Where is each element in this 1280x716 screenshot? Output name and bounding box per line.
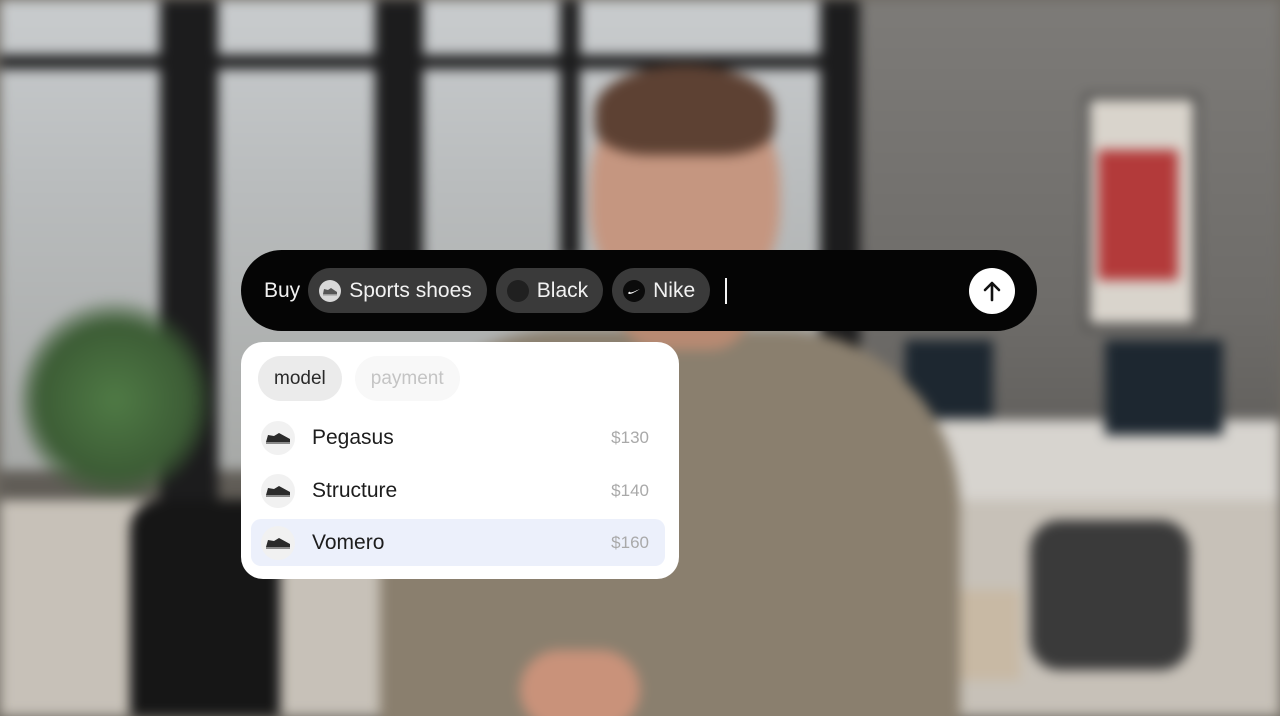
list-item-vomero[interactable]: Vomero $160 bbox=[251, 519, 665, 566]
item-price: $160 bbox=[611, 532, 649, 552]
video-scene: Buy Sports shoes Black Nike model paymen… bbox=[0, 0, 1280, 716]
item-price: $140 bbox=[611, 480, 649, 500]
suggestions-dropdown: model payment Pegasus $130 Structure $14 bbox=[241, 342, 679, 579]
nike-logo-icon bbox=[623, 279, 646, 302]
chip-color[interactable]: Black bbox=[495, 268, 604, 313]
suggestion-tabs: model payment bbox=[258, 356, 473, 401]
text-cursor[interactable] bbox=[725, 277, 728, 304]
chip-brand-label: Nike bbox=[653, 278, 696, 302]
item-name: Pegasus bbox=[312, 425, 394, 449]
shoe-thumbnail-icon bbox=[261, 420, 295, 455]
chip-brand[interactable]: Nike bbox=[612, 268, 711, 313]
item-price: $130 bbox=[611, 427, 649, 447]
item-name: Structure bbox=[312, 478, 398, 502]
tab-model[interactable]: model bbox=[258, 356, 342, 401]
item-name: Vomero bbox=[312, 530, 385, 554]
chip-color-label: Black bbox=[536, 278, 589, 302]
shoe-thumbnail-icon bbox=[261, 473, 295, 508]
tab-payment[interactable]: payment bbox=[354, 356, 460, 401]
chip-category-label: Sports shoes bbox=[349, 278, 472, 302]
chip-category[interactable]: Sports shoes bbox=[308, 268, 487, 313]
color-swatch-icon bbox=[506, 279, 529, 302]
shoe-icon bbox=[319, 279, 342, 302]
list-item-pegasus[interactable]: Pegasus $130 bbox=[251, 414, 665, 461]
prompt-verb: Buy bbox=[264, 278, 301, 302]
shoe-thumbnail-icon bbox=[261, 525, 295, 560]
send-button[interactable] bbox=[969, 268, 1015, 314]
prompt-bar[interactable]: Buy Sports shoes Black Nike bbox=[241, 250, 1037, 331]
list-item-structure[interactable]: Structure $140 bbox=[251, 467, 665, 514]
arrow-up-icon bbox=[983, 281, 1001, 302]
